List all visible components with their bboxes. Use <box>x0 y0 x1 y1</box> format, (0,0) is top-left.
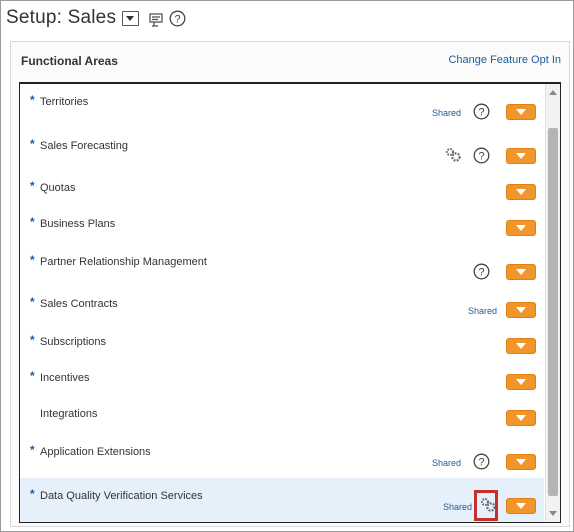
scroll-up-arrow-icon[interactable] <box>549 90 557 95</box>
list-item[interactable]: Integrations <box>20 398 544 435</box>
list-item-label: Territories <box>40 96 89 108</box>
svg-text:?: ? <box>478 107 484 119</box>
shared-link[interactable]: Shared <box>432 108 461 118</box>
help-icon[interactable]: ? <box>473 147 490 164</box>
list-item-label: Partner Relationship Management <box>40 256 207 268</box>
row-actions-dropdown-button[interactable] <box>506 220 536 236</box>
row-actions-dropdown-button[interactable] <box>506 338 536 354</box>
highlight-annotation-box <box>474 490 498 521</box>
required-indicator: * <box>30 443 35 457</box>
list-item[interactable]: * Data Quality Verification Services Share… <box>20 478 544 522</box>
help-icon[interactable]: ? <box>473 453 490 470</box>
page-title: Setup: Sales <box>6 7 117 28</box>
title-dropdown-button[interactable] <box>122 10 140 26</box>
list-item-label: Integrations <box>40 408 98 420</box>
list-item-label: Business Plans <box>40 218 116 230</box>
list-item[interactable]: * Subscriptions <box>20 326 544 363</box>
page-settings-icon[interactable] <box>149 13 163 27</box>
svg-text:?: ? <box>175 13 181 25</box>
list-item[interactable]: * Partner Relationship Management? <box>20 244 544 289</box>
list-item-label: Incentives <box>40 372 90 384</box>
required-indicator: * <box>30 295 35 309</box>
shared-link[interactable]: Shared <box>468 306 497 316</box>
settings-gear-icon[interactable] <box>444 146 462 164</box>
list-item[interactable]: * Territories? Shared <box>20 84 544 129</box>
help-icon[interactable]: ? <box>473 263 490 280</box>
row-actions-dropdown-button[interactable] <box>506 410 536 426</box>
list-item[interactable]: * Sales Contracts Shared <box>20 288 544 327</box>
shared-link[interactable]: Shared <box>432 458 461 468</box>
svg-text:?: ? <box>478 267 484 279</box>
scroll-down-arrow-icon[interactable] <box>549 511 557 516</box>
row-actions-dropdown-button[interactable] <box>506 498 536 514</box>
functional-areas-list: * Territories? Shared * Sales Forecasting? * Q… <box>19 82 561 523</box>
change-feature-opt-in-link[interactable]: Change Feature Opt In <box>448 54 561 66</box>
svg-text:?: ? <box>478 151 484 163</box>
row-actions-dropdown-button[interactable] <box>506 104 536 120</box>
row-actions-dropdown-button[interactable] <box>506 264 536 280</box>
required-indicator: * <box>30 137 35 151</box>
list-item[interactable]: * Sales Forecasting? <box>20 128 544 173</box>
functional-areas-panel: Functional Areas Change Feature Opt In *… <box>10 41 570 527</box>
panel-title: Functional Areas <box>21 54 118 68</box>
svg-text:?: ? <box>478 457 484 469</box>
row-actions-dropdown-button[interactable] <box>506 374 536 390</box>
row-actions-dropdown-button[interactable] <box>506 302 536 318</box>
help-icon[interactable]: ? <box>169 10 186 27</box>
list-item-label: Sales Contracts <box>40 298 118 310</box>
row-actions-dropdown-button[interactable] <box>506 454 536 470</box>
list-item-label: Application Extensions <box>40 446 151 458</box>
required-indicator: * <box>30 253 35 267</box>
list-item[interactable]: * Business Plans <box>20 208 544 245</box>
required-indicator: * <box>30 215 35 229</box>
shared-link[interactable]: Shared <box>443 502 472 512</box>
list-item-label: Sales Forecasting <box>40 140 129 152</box>
list-item-label: Subscriptions <box>40 336 107 348</box>
required-indicator: * <box>30 179 35 193</box>
help-icon[interactable]: ? <box>473 103 490 120</box>
list-item-label: Data Quality Verification Services <box>40 490 203 502</box>
page-header: Setup: Sales ? <box>6 6 186 30</box>
list-item-label: Quotas <box>40 182 76 194</box>
list-item[interactable]: * Quotas <box>20 172 544 209</box>
row-actions-dropdown-button[interactable] <box>506 184 536 200</box>
required-indicator: * <box>30 93 35 107</box>
vertical-scrollbar[interactable] <box>545 84 560 522</box>
required-indicator: * <box>30 333 35 347</box>
list-item[interactable]: * Incentives <box>20 362 544 399</box>
scroll-thumb[interactable] <box>548 128 558 496</box>
required-indicator: * <box>30 369 35 383</box>
row-actions-dropdown-button[interactable] <box>506 148 536 164</box>
required-indicator: * <box>30 487 35 501</box>
list-item[interactable]: * Application Extensions? Shared <box>20 434 544 479</box>
